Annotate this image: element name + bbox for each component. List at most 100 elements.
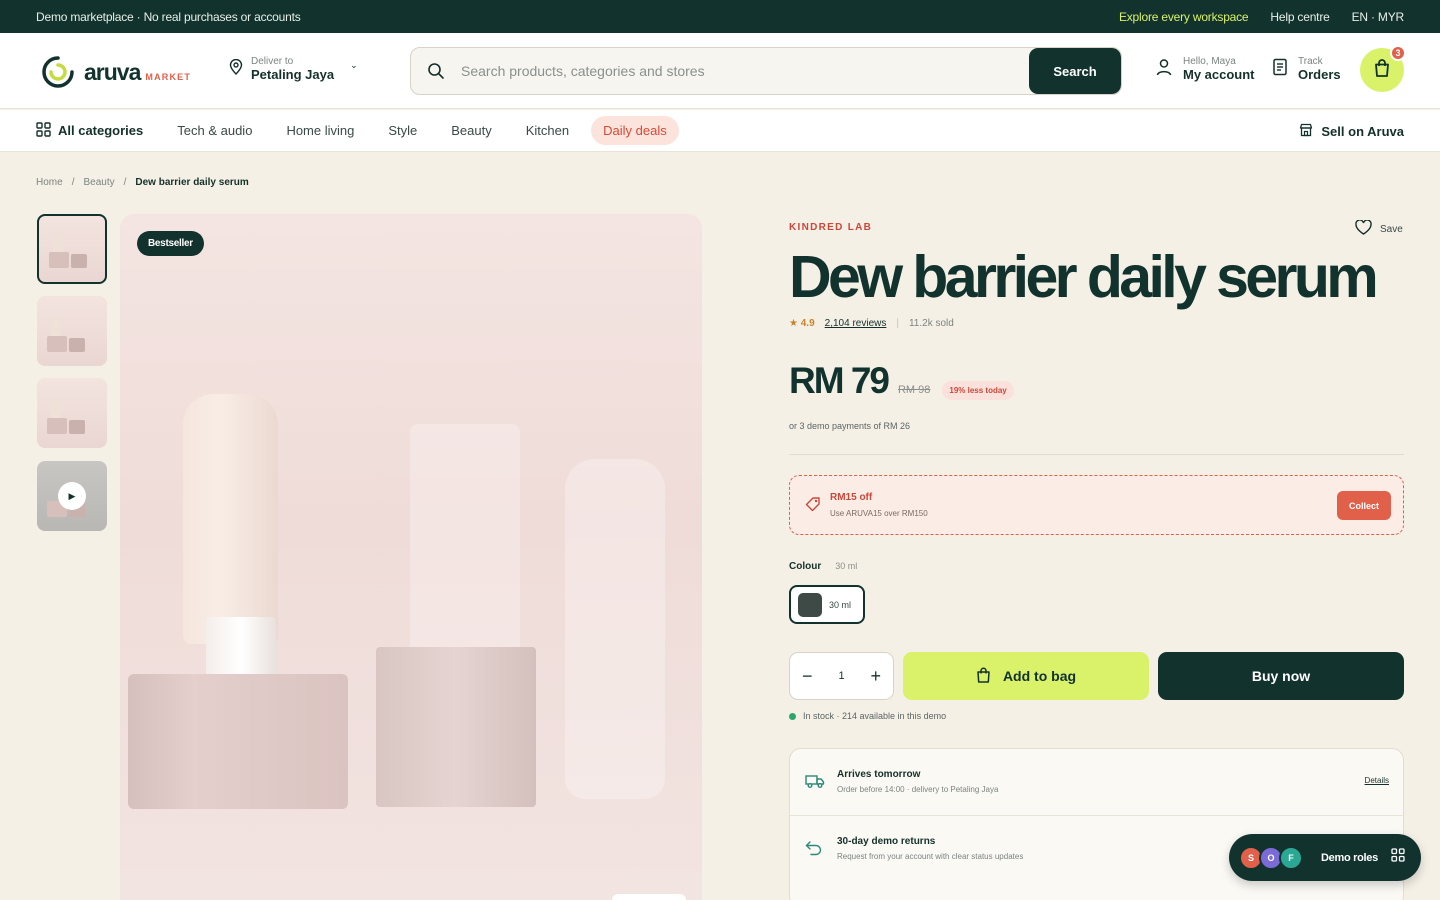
demo-notice: Demo marketplace · No real purchases or … xyxy=(36,9,301,24)
deliver-to-selector[interactable]: Deliver to Petaling Jaya ⌄ xyxy=(229,56,358,82)
gallery-thumbnail[interactable] xyxy=(37,296,107,366)
returns-subtitle: Request from your account with clear sta… xyxy=(837,852,1024,861)
product-main-image[interactable]: Bestseller xyxy=(120,214,702,900)
storefront-icon xyxy=(1299,123,1313,140)
save-label: Save xyxy=(1380,223,1403,235)
variant-label: Colour xyxy=(789,561,822,572)
gallery-video-thumbnail[interactable]: ▶ xyxy=(37,461,107,531)
breadcrumb: Home / Beauty / Dew barrier daily serum xyxy=(36,177,249,188)
variant-label-row: Colour 30 ml xyxy=(789,561,857,572)
variant-option-30ml[interactable]: 30 ml xyxy=(789,585,865,624)
variant-selected-value: 30 ml xyxy=(835,561,858,571)
delivery-title: Arrives tomorrow xyxy=(837,769,921,780)
gallery-thumbnail[interactable] xyxy=(37,378,107,448)
chevron-down-icon: ⌄ xyxy=(350,59,358,70)
sell-on-aruva-link[interactable]: Sell on Aruva xyxy=(1299,123,1404,140)
avatar: F xyxy=(1279,845,1303,870)
thumb-bottle xyxy=(51,316,61,336)
help-centre-link[interactable]: Help centre xyxy=(1270,10,1329,24)
rating-score: ★ 4.9 xyxy=(789,318,815,329)
brand-name[interactable]: KINDRED LAB xyxy=(789,222,872,233)
thumb-box xyxy=(71,254,87,268)
thumb-box xyxy=(47,418,67,434)
nav-item-beauty[interactable]: Beauty xyxy=(451,123,491,138)
divider xyxy=(789,454,1404,455)
return-arrow-icon xyxy=(805,840,823,861)
image-bottle-cap xyxy=(206,617,276,677)
logo-wordmark: aruva xyxy=(84,58,141,85)
locale-selector[interactable]: EN · MYR xyxy=(1352,10,1405,24)
search-input[interactable] xyxy=(461,63,1029,79)
nav-item-daily-deals[interactable]: Daily deals xyxy=(591,116,679,145)
discount-badge: 19% less today xyxy=(942,381,1014,400)
minus-icon[interactable]: − xyxy=(802,667,813,685)
rating-row: ★ 4.9 2,104 reviews | 11.2k sold xyxy=(789,318,954,329)
demo-roles-button[interactable]: S O F Demo roles xyxy=(1229,834,1421,881)
nav-item-tech-audio[interactable]: Tech & audio xyxy=(177,123,252,138)
image-box xyxy=(376,647,536,807)
original-price: RM 98 xyxy=(897,384,931,396)
current-price: RM 79 xyxy=(789,360,890,401)
shopping-bag-button[interactable]: 3 xyxy=(1360,45,1406,92)
nav-item-kitchen[interactable]: Kitchen xyxy=(526,123,569,138)
delivery-details-link[interactable]: Details xyxy=(1365,776,1389,785)
breadcrumb-home[interactable]: Home xyxy=(36,177,63,188)
truck-icon xyxy=(805,773,825,794)
account-link[interactable]: Hello, Maya My account xyxy=(1155,56,1255,82)
variant-color-chip xyxy=(798,592,822,617)
stock-dot-icon xyxy=(789,712,796,720)
image-bottle xyxy=(183,394,278,644)
reviews-link[interactable]: 2,104 reviews xyxy=(825,318,887,329)
account-greeting: Hello, Maya xyxy=(1183,56,1236,67)
play-icon: ▶ xyxy=(58,482,86,510)
breadcrumb-separator: / xyxy=(71,177,75,188)
grid-icon xyxy=(36,121,51,140)
add-to-bag-button[interactable]: Add to bag xyxy=(903,652,1149,700)
logo-mark-icon xyxy=(40,54,76,90)
thumb-bottle xyxy=(53,232,63,252)
thumb-bottle xyxy=(51,398,61,418)
save-button[interactable]: Save xyxy=(1355,219,1403,238)
category-nav: All categories Tech & audio Home living … xyxy=(0,110,1440,152)
search-button[interactable]: Search xyxy=(1029,48,1121,94)
price-row: RM 79 RM 98 19% less today xyxy=(789,360,1014,402)
explore-workspaces-link[interactable]: Explore every workspace xyxy=(1119,10,1249,24)
nav-item-home-living[interactable]: Home living xyxy=(286,123,354,138)
delivery-subtitle: Order before 14:00 · delivery to Petalin… xyxy=(837,785,999,794)
site-header: aruva MARKET Deliver to Petaling Jaya ⌄ … xyxy=(0,33,1440,109)
stock-status: In stock · 214 available in this demo xyxy=(789,711,946,721)
returns-title: 30-day demo returns xyxy=(837,836,936,847)
nav-item-style[interactable]: Style xyxy=(388,123,417,138)
thumb-box xyxy=(69,338,85,352)
receipt-icon xyxy=(1272,58,1288,81)
thumb-box xyxy=(49,252,69,268)
orders-link[interactable]: Track Orders xyxy=(1272,56,1341,82)
variant-option-label: 30 ml xyxy=(829,599,852,610)
installment-note: or 3 demo payments of RM 26 xyxy=(789,421,911,431)
tag-icon xyxy=(805,496,821,517)
deliver-location: Petaling Jaya xyxy=(251,67,335,82)
search-bar: Search xyxy=(410,47,1122,95)
collect-coupon-button[interactable]: Collect xyxy=(1337,491,1391,520)
stock-text: In stock · 214 available in this demo xyxy=(803,711,947,721)
breadcrumb-beauty[interactable]: Beauty xyxy=(83,177,114,188)
coupon-detail: Use ARUVA15 over RM150 xyxy=(830,509,928,518)
buy-now-button[interactable]: Buy now xyxy=(1158,652,1404,700)
grid-icon xyxy=(1391,848,1405,867)
all-categories-button[interactable]: All categories xyxy=(36,121,144,140)
quantity-value[interactable]: 1 xyxy=(838,670,844,682)
gallery-thumbnail[interactable] xyxy=(37,214,107,284)
announcement-bar: Demo marketplace · No real purchases or … xyxy=(0,0,1440,33)
image-box xyxy=(128,674,348,809)
heart-icon xyxy=(1355,219,1372,238)
add-to-bag-label: Add to bag xyxy=(1002,668,1077,684)
thumb-box xyxy=(69,420,85,434)
plus-icon[interactable]: + xyxy=(870,667,881,685)
all-categories-label: All categories xyxy=(58,123,144,138)
quantity-stepper: − 1 + xyxy=(789,652,894,700)
image-ghost-bottle xyxy=(410,424,520,664)
orders-small-label: Track xyxy=(1298,56,1323,67)
logo[interactable]: aruva MARKET xyxy=(40,54,191,90)
location-pin-icon xyxy=(229,58,243,80)
thumb-box xyxy=(47,336,67,352)
